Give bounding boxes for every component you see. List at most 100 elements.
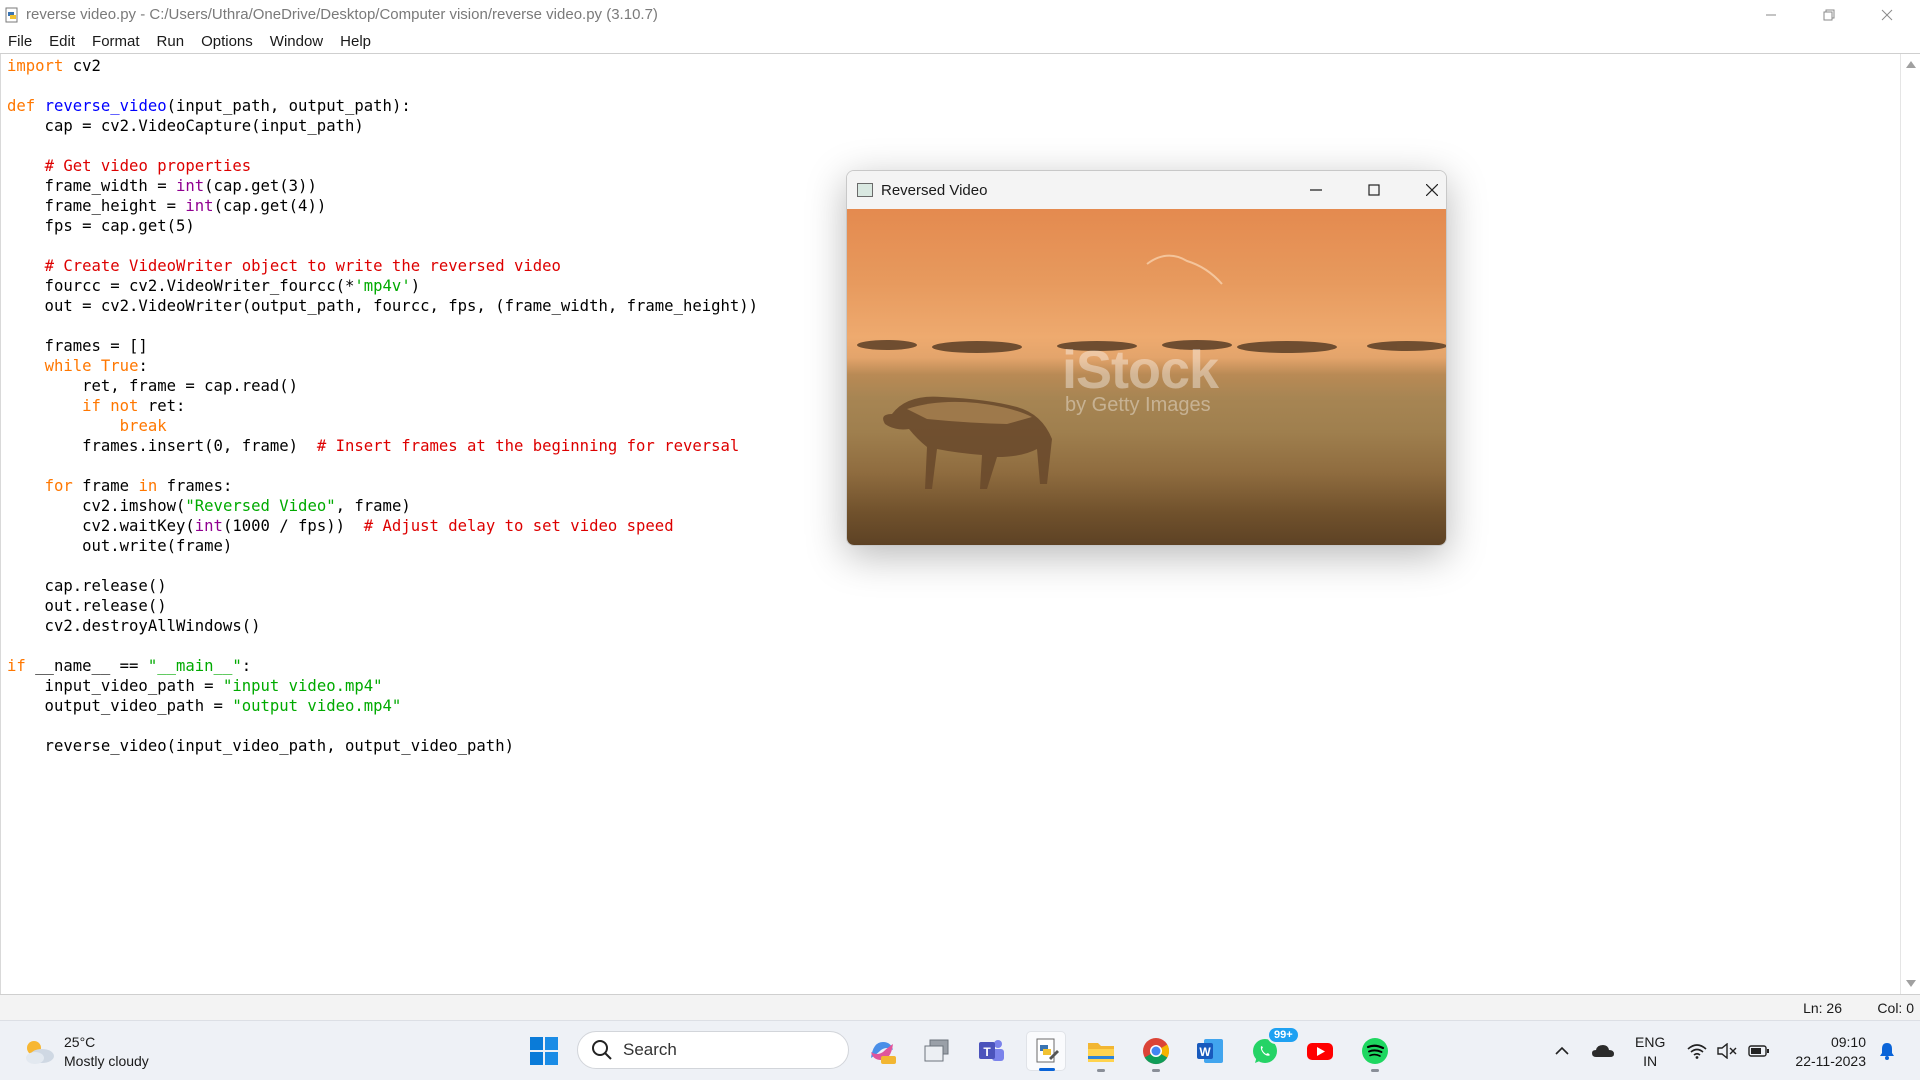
code-token: out = cv2.VideoWriter(output_path, fourc…: [7, 297, 759, 315]
taskbar-app-chrome[interactable]: [1136, 1031, 1176, 1072]
code-token: 'mp4v': [354, 277, 411, 295]
volume-tray-button[interactable]: [1714, 1021, 1740, 1080]
taskbar-app-spotify[interactable]: [1355, 1031, 1395, 1072]
wifi-icon: [1687, 1044, 1707, 1059]
menu-format[interactable]: Format: [92, 33, 140, 50]
window-title: reverse video.py - C:/Users/Uthra/OneDri…: [26, 6, 658, 23]
code-line: cap = cv2.VideoCapture(input_path): [7, 116, 758, 136]
video-close-button[interactable]: [1403, 171, 1446, 209]
code-token: # Create VideoWriter object to write the…: [44, 257, 561, 275]
menu-run[interactable]: Run: [157, 33, 185, 50]
taskbar-app-teams[interactable]: T: [971, 1031, 1011, 1071]
code-line: ​: [7, 636, 758, 656]
bell-icon: [1880, 1043, 1894, 1060]
code-line: frames = []: [7, 336, 758, 356]
menu-options[interactable]: Options: [201, 33, 253, 50]
code-token: # Get video properties: [44, 157, 252, 175]
code-token: frames.insert(0, frame): [7, 437, 317, 455]
running-indicator: [1371, 1069, 1379, 1072]
taskbar-app-file-explorer[interactable]: [1081, 1031, 1121, 1072]
code-line: ​: [7, 456, 758, 476]
code-token: "__main__": [147, 657, 242, 675]
code-token: # Insert frames at the beginning for rev…: [316, 437, 740, 455]
clock-time: 09:10: [1830, 1034, 1866, 1050]
weather-widget[interactable]: 25°C Mostly cloudy: [22, 1033, 149, 1071]
input-language-indicator[interactable]: ENG IN: [1635, 1033, 1665, 1071]
minimize-button[interactable]: [1742, 0, 1800, 29]
taskbar-app-copilot[interactable]: [862, 1031, 902, 1071]
code-token: :: [241, 657, 252, 675]
chrome-icon: [1143, 1038, 1170, 1065]
onedrive-tray-button[interactable]: [1588, 1021, 1618, 1080]
language-region: IN: [1643, 1053, 1658, 1069]
svg-text:T: T: [983, 1045, 991, 1059]
code-token: int: [176, 177, 205, 195]
code-token: out.write(frame): [7, 537, 233, 555]
video-window-titlebar[interactable]: Reversed Video: [847, 171, 1446, 209]
code-line: fps = cap.get(5): [7, 216, 758, 236]
code-token: for: [44, 477, 73, 495]
close-button[interactable]: [1858, 0, 1916, 29]
code-line: ret, frame = cap.read(): [7, 376, 758, 396]
restore-button[interactable]: [1800, 0, 1858, 29]
taskbar-app-youtube[interactable]: [1300, 1031, 1340, 1071]
notifications-button[interactable]: [1872, 1021, 1902, 1080]
task-view-icon: [924, 1039, 949, 1062]
code-token: ret, frame = cap.read(): [7, 377, 299, 395]
menu-window[interactable]: Window: [270, 33, 323, 50]
menu-file[interactable]: File: [8, 33, 32, 50]
code-token: frames:: [157, 477, 233, 495]
menu-edit[interactable]: Edit: [49, 33, 75, 50]
taskbar-clock[interactable]: 09:10 22-11-2023: [1786, 1033, 1866, 1071]
code-line: cap.release(): [7, 576, 758, 596]
code-line: out.release(): [7, 596, 758, 616]
code-token: "output video.mp4": [232, 697, 402, 715]
clock-date: 22-11-2023: [1795, 1053, 1866, 1069]
video-maximize-button[interactable]: [1345, 171, 1403, 209]
code-line: frame_height = int(cap.get(4)): [7, 196, 758, 216]
taskbar-app-idle[interactable]: [1026, 1031, 1066, 1071]
maximize-icon: [1368, 184, 1380, 196]
code-token: frame_width =: [7, 177, 176, 195]
wifi-tray-button[interactable]: [1684, 1021, 1710, 1080]
taskbar-app-whatsapp[interactable]: 99+: [1245, 1026, 1300, 1071]
weather-description: Mostly cloudy: [64, 1053, 149, 1069]
word-icon: W: [1197, 1039, 1223, 1063]
taskbar-app-word[interactable]: W: [1190, 1031, 1230, 1071]
code-line: ​: [7, 136, 758, 156]
taskbar-app-task-view[interactable]: [917, 1031, 957, 1071]
menu-bar: File Edit Format Run Options Window Help: [0, 29, 1920, 54]
taskbar: 25°C Mostly cloudy Search T W 99+ ENG IN…: [0, 1020, 1920, 1080]
code-line: import cv2: [7, 56, 758, 76]
video-minimize-button[interactable]: [1287, 171, 1345, 209]
code-token: def: [7, 97, 36, 115]
restore-icon: [1823, 9, 1835, 20]
scroll-down-icon[interactable]: [1906, 980, 1916, 987]
code-line: ​: [7, 236, 758, 256]
code-token: frame_height =: [7, 197, 186, 215]
code-line: break: [7, 416, 758, 436]
scroll-up-icon[interactable]: [1906, 61, 1916, 68]
code-token: :: [138, 357, 148, 375]
chevron-up-icon: [1555, 1046, 1569, 1055]
code-text[interactable]: import cv2​def reverse_video(input_path,…: [7, 56, 758, 756]
start-button[interactable]: [524, 1031, 564, 1071]
code-token: int: [194, 517, 223, 535]
menu-help[interactable]: Help: [340, 33, 371, 50]
code-token: reverse_video: [44, 97, 167, 115]
code-line: ​: [7, 76, 758, 96]
code-line: input_video_path = "input video.mp4": [7, 676, 758, 696]
reversed-video-window[interactable]: Reversed Video iStock by Getty Images: [846, 170, 1447, 546]
python-idle-icon: [1036, 1038, 1059, 1063]
code-token: (1000 / fps)): [222, 517, 364, 535]
taskbar-search-box[interactable]: Search: [577, 1031, 849, 1069]
code-token: cap = cv2.VideoCapture(input_path): [7, 117, 364, 135]
vertical-scrollbar[interactable]: [1900, 54, 1920, 994]
code-line: reverse_video(input_video_path, output_v…: [7, 736, 758, 756]
show-hidden-icons-button[interactable]: [1550, 1021, 1574, 1080]
opencv-window-icon: [857, 183, 873, 197]
volume-muted-icon: [1717, 1043, 1737, 1059]
battery-tray-button[interactable]: [1744, 1021, 1774, 1080]
